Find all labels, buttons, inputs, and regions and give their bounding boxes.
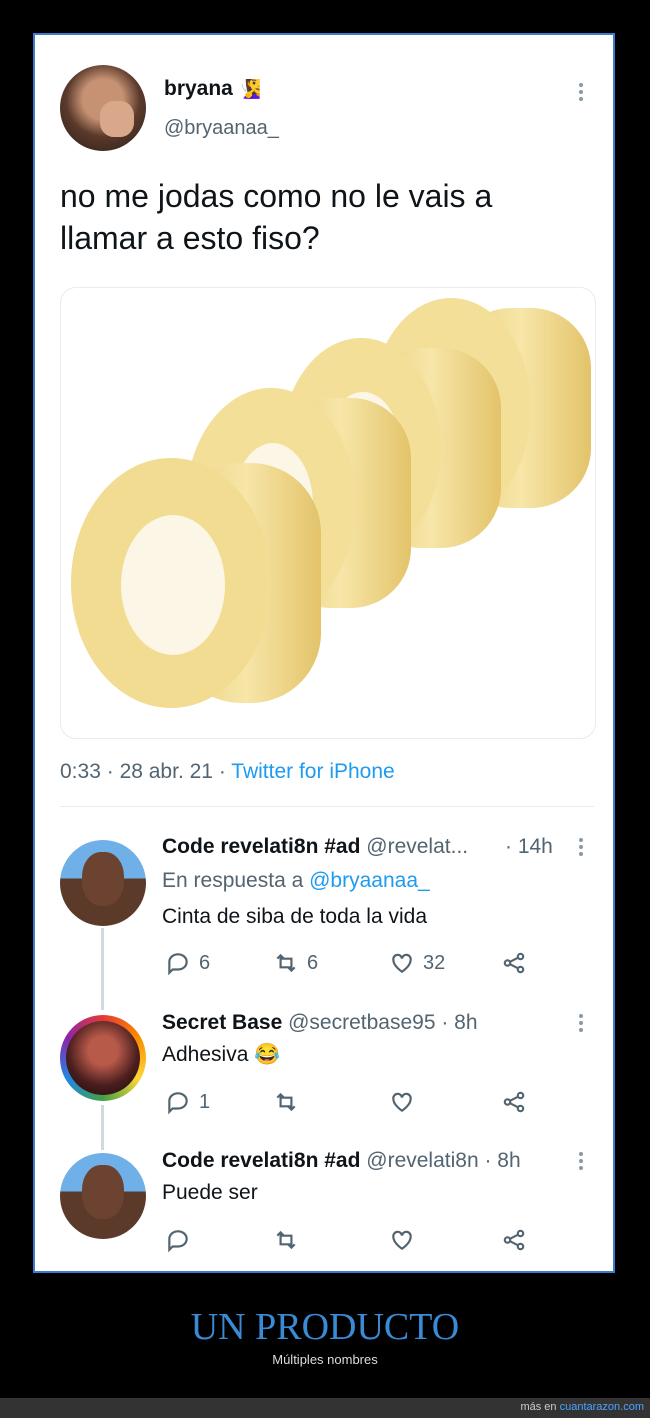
author-name-row[interactable]: bryana 🧏‍♀️: [164, 77, 261, 101]
more-icon[interactable]: [579, 838, 583, 859]
comment-count: 1: [199, 1090, 211, 1113]
author-handle[interactable]: @bryaanaa_: [164, 117, 279, 140]
reply-text: Cinta de siba de toda la vida: [162, 905, 428, 928]
author-emoji: 🧏‍♀️: [238, 79, 262, 99]
share-button[interactable]: [501, 1089, 527, 1115]
more-icon[interactable]: [579, 83, 583, 104]
tweet-source-link[interactable]: Twitter for iPhone: [231, 760, 394, 783]
retweet-button[interactable]: 6: [273, 950, 318, 976]
comment-icon: [168, 1230, 188, 1253]
like-count: 32: [423, 951, 446, 974]
tweet-time: 0:33: [60, 760, 101, 783]
reply-avatar[interactable]: [60, 1015, 146, 1101]
comment-button[interactable]: 6: [165, 950, 210, 976]
tweet-media-image[interactable]: [60, 287, 596, 739]
footer-title: UN PRODUCTO: [190, 1306, 460, 1348]
reply-header: Secret Base @secretbase95 · 8h: [162, 1011, 478, 1035]
reply-to-line: En respuesta a @bryaanaa_: [162, 869, 430, 893]
reply-avatar[interactable]: [60, 1153, 146, 1239]
retweet-icon: [276, 1092, 296, 1112]
tweet-date: 28 abr. 21: [119, 760, 213, 783]
tape-rolls-illustration: [71, 298, 591, 708]
comment-count: 6: [199, 951, 211, 974]
tweet-card: bryana 🧏‍♀️ @bryaanaa_ no me jodas como …: [33, 33, 615, 1273]
comment-button[interactable]: [165, 1227, 191, 1253]
comment-icon: [168, 953, 188, 976]
reply-author-name[interactable]: Secret Base: [162, 1011, 282, 1034]
comment-icon: [168, 1092, 188, 1115]
reply-text: Adhesiva 😂: [162, 1043, 281, 1066]
reply-to-handle[interactable]: @bryaanaa_: [309, 869, 430, 892]
meta-separator: ·: [106, 760, 114, 783]
retweet-button[interactable]: [273, 1089, 299, 1115]
credit-text: más en cuantarazon.com: [520, 1401, 644, 1413]
like-icon: [392, 953, 412, 973]
retweet-icon: [276, 1230, 296, 1250]
retweet-icon: [276, 953, 296, 973]
reply-author-handle[interactable]: @revelat...: [366, 835, 468, 858]
reply-header: Code revelati8n #ad @revelati8n · 8h: [162, 1149, 521, 1173]
author-name: bryana: [164, 77, 233, 100]
avatar-face-shape: [82, 1165, 124, 1219]
tweet-text: no me jodas como no le vais a llamar a e…: [60, 175, 492, 259]
like-icon: [392, 1230, 412, 1250]
footer-subtitle: Múltiples nombres: [272, 1352, 378, 1367]
like-button[interactable]: 32: [389, 950, 445, 976]
credit-prefix: más en: [520, 1401, 557, 1413]
like-button[interactable]: [389, 1089, 415, 1115]
bottom-bar: más en cuantarazon.com: [0, 1398, 650, 1418]
share-icon: [503, 1229, 525, 1251]
share-button[interactable]: [501, 1227, 527, 1253]
reply-time: · 14h: [505, 835, 553, 858]
more-icon[interactable]: [579, 1014, 583, 1035]
retweet-count: 6: [307, 951, 319, 974]
share-icon: [503, 1091, 525, 1113]
reply-author-name[interactable]: Code revelati8n #ad: [162, 835, 360, 858]
reply-avatar[interactable]: [60, 840, 146, 926]
share-icon: [503, 952, 525, 974]
more-icon[interactable]: [579, 1152, 583, 1173]
reply-text: Puede ser: [162, 1181, 258, 1204]
retweet-button[interactable]: [273, 1227, 299, 1253]
tweet-meta: 0:33 · 28 abr. 21 · Twitter for iPhone: [60, 760, 395, 784]
thread-line: [101, 928, 104, 1010]
tweet-text-line: no me jodas como no le vais a: [60, 178, 493, 214]
author-avatar[interactable]: [60, 65, 146, 151]
reply-header: Code revelati8n #ad @revelat...: [162, 835, 468, 859]
divider: [60, 806, 594, 807]
like-button[interactable]: [389, 1227, 415, 1253]
credit-link[interactable]: cuantarazon.com: [560, 1401, 644, 1413]
reply-author-handle[interactable]: @secretbase95 · 8h: [288, 1011, 477, 1034]
reply-author-name[interactable]: Code revelati8n #ad: [162, 1149, 360, 1172]
meta-separator: ·: [218, 760, 226, 783]
reply-to-prefix: En respuesta a: [162, 869, 304, 892]
avatar-face-shape: [82, 852, 124, 906]
thread-line: [101, 1105, 104, 1150]
share-button[interactable]: [501, 950, 527, 976]
avatar-inner: [66, 1021, 140, 1095]
avatar-hand-shape: [100, 101, 134, 137]
like-icon: [392, 1092, 412, 1112]
comment-button[interactable]: 1: [165, 1089, 210, 1115]
tweet-text-line: llamar a esto fiso?: [60, 220, 320, 256]
reply-author-handle[interactable]: @revelati8n · 8h: [366, 1149, 520, 1172]
